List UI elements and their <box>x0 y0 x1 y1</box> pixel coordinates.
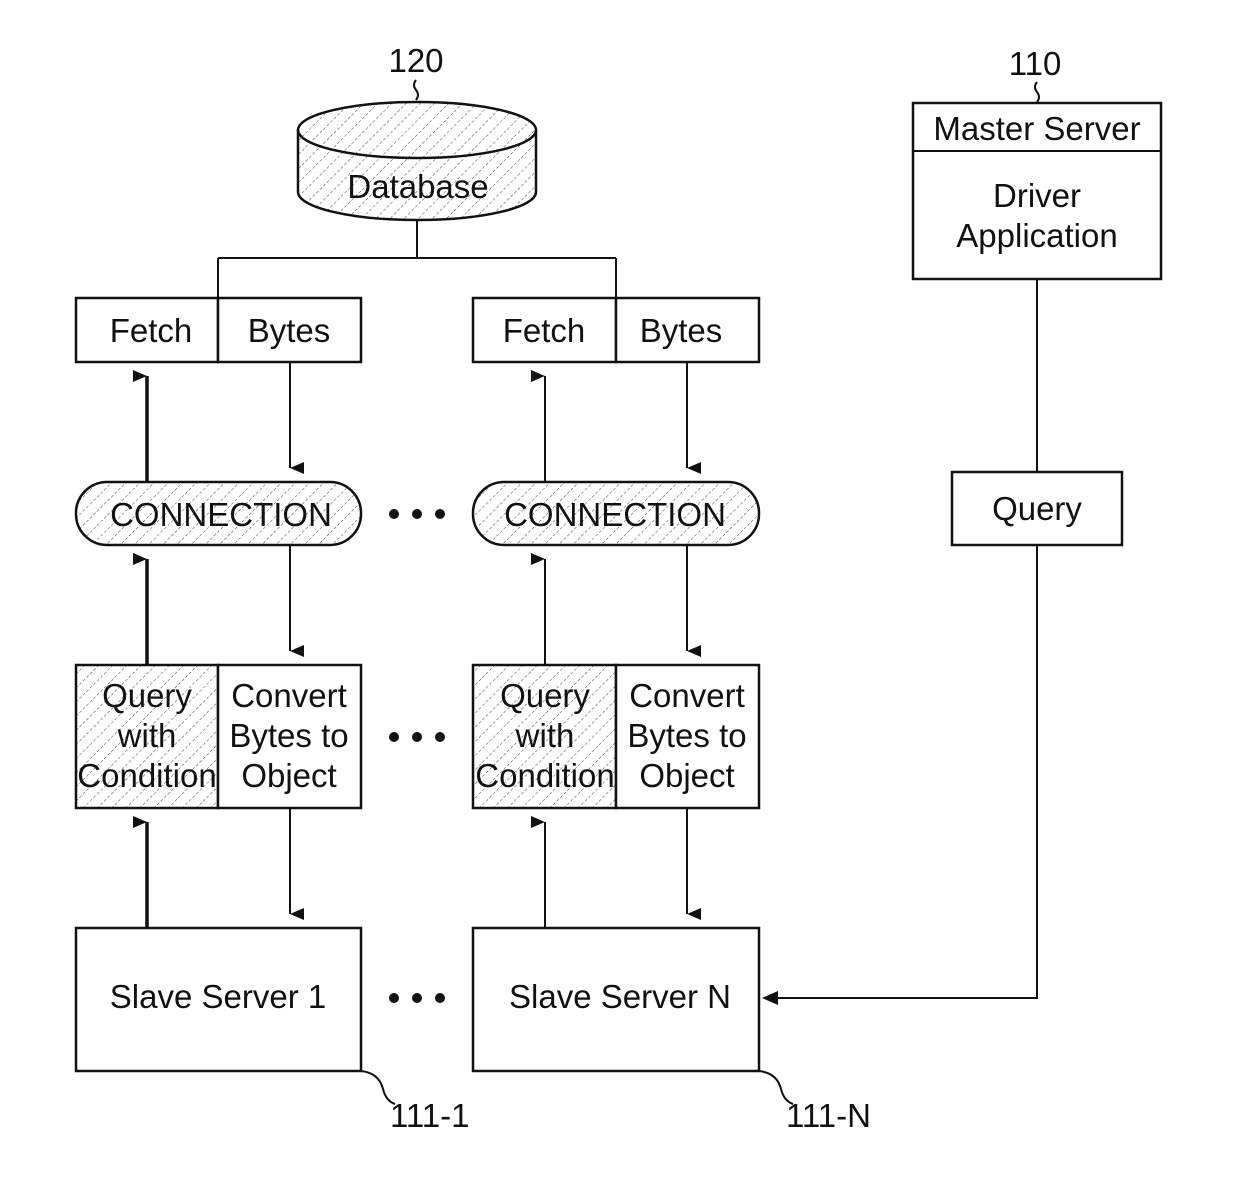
bytes-label: Bytes <box>640 312 723 349</box>
convert-line2: Bytes to <box>627 717 746 754</box>
slave-ref: 111-N <box>786 1097 871 1134</box>
slave-label: Slave Server N <box>509 978 731 1015</box>
database-label: Database <box>347 168 488 205</box>
master-server: 110 Master Server Driver Application <box>911 45 1163 281</box>
query-line2: with <box>515 717 575 754</box>
driver-line1: Driver <box>993 177 1081 214</box>
master-title: Master Server <box>933 110 1140 147</box>
convert-line3: Object <box>241 757 336 794</box>
convert-line1: Convert <box>629 677 745 714</box>
slave-ref: 111-1 <box>390 1097 470 1134</box>
convert-line1: Convert <box>231 677 347 714</box>
database-top <box>296 100 538 160</box>
query-line1: Query <box>102 677 192 714</box>
driver-line2: Application <box>956 217 1117 254</box>
database-leader <box>413 79 419 101</box>
convert-line3: Object <box>639 757 734 794</box>
query-to-slave-n-line <box>775 545 1038 999</box>
column-slave-1: Fetch Bytes CONNECTION Query with Condit… <box>74 296 470 1134</box>
query-line3: Condition <box>77 757 216 794</box>
database-node: 120 Database <box>296 42 538 222</box>
ellipsis-connection <box>389 509 445 519</box>
master-leader <box>1034 81 1040 103</box>
fetch-label: Fetch <box>110 312 193 349</box>
convert-line2: Bytes to <box>229 717 348 754</box>
ellipsis-slaves <box>389 993 445 1003</box>
connection-label: CONNECTION <box>504 496 726 533</box>
master-ref: 110 <box>1009 45 1062 82</box>
slave-label: Slave Server 1 <box>110 978 326 1015</box>
column-slave-n: Fetch Bytes CONNECTION Query with Condit… <box>471 296 871 1134</box>
query-line3: Condition <box>475 757 614 794</box>
ellipsis-processing <box>389 732 445 742</box>
connection-label: CONNECTION <box>110 496 332 533</box>
architecture-diagram: 120 Database 110 Master Server Driver Ap… <box>74 42 1163 1134</box>
bytes-label: Bytes <box>248 312 331 349</box>
query-arrowhead <box>762 991 778 1005</box>
query-label: Query <box>992 490 1082 527</box>
query-line1: Query <box>500 677 590 714</box>
database-ref: 120 <box>388 42 443 79</box>
fetch-label: Fetch <box>503 312 586 349</box>
database-links <box>217 220 617 298</box>
query-line2: with <box>117 717 177 754</box>
